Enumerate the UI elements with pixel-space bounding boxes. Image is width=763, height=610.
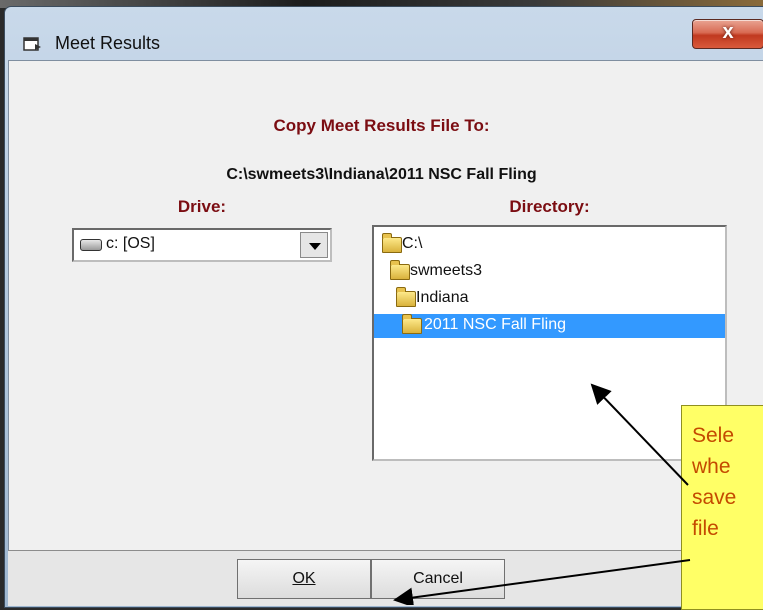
cancel-button[interactable]: Cancel [371,559,505,599]
annotation-callout: Sele whe save file [681,405,763,610]
window-icon [23,37,41,51]
callout-line: Sele [692,424,735,447]
directory-item-swmeets3[interactable]: swmeets3 [390,260,590,284]
folder-open-icon [390,260,410,280]
ok-button[interactable]: OK [237,559,371,599]
drive-select[interactable]: c: [OS] [72,228,332,262]
window-title: Meet Results [55,33,161,53]
callout-line: file [692,517,719,540]
directory-item-2011-nsc-fall-fling[interactable]: 2011 NSC Fall Fling [374,314,725,338]
directory-list[interactable]: C:\ swmeets3 Indiana 2011 NSC Fall Fling [372,225,727,461]
destination-path: C:\swmeets3\Indiana\2011 NSC Fall Fling [226,166,537,183]
chevron-down-icon[interactable] [300,232,328,258]
directory-item-label: swmeets3 [410,262,483,279]
close-button[interactable]: x [692,19,763,49]
folder-open-icon [402,314,422,334]
drive-selected-value: c: [OS] [106,235,155,252]
directory-item-label: C:\ [402,235,423,252]
directory-item-indiana[interactable]: Indiana [396,287,596,311]
dialog-heading: Copy Meet Results File To: [273,116,490,135]
directory-label: Directory: [509,197,590,216]
folder-open-icon [396,287,416,307]
ok-button-label: OK [292,570,316,587]
folder-open-icon [382,233,402,253]
callout-line: whe [692,455,731,478]
drive-label: Drive: [177,197,227,216]
directory-item-label: 2011 NSC Fall Fling [424,316,566,333]
directory-item-root[interactable]: C:\ [382,233,582,257]
directory-item-label: Indiana [416,289,469,306]
cancel-button-label: Cancel [413,570,463,587]
callout-line: save [692,486,737,509]
drive-icon [80,239,102,251]
close-icon: x [722,21,734,43]
